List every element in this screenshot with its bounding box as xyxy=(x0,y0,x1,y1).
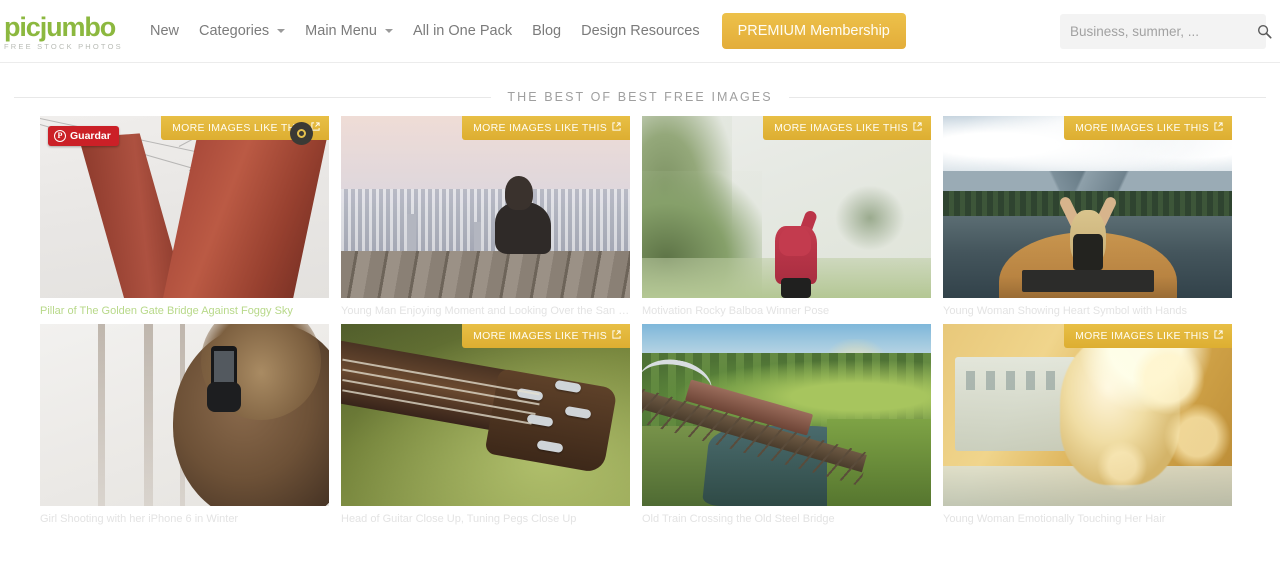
nav-label: New xyxy=(150,23,180,39)
heading-rule-left xyxy=(14,96,492,98)
photo-foggy-winner-pose xyxy=(642,116,931,298)
gallery-card[interactable]: Old Train Crossing the Old Steel Bridge xyxy=(642,324,931,525)
photo-train-steel-bridge xyxy=(642,324,931,506)
ribbon-label: MORE IMAGES LIKE THIS xyxy=(172,122,306,134)
thumbnail[interactable] xyxy=(40,324,329,506)
image-caption[interactable]: Head of Guitar Close Up, Tuning Pegs Clo… xyxy=(341,513,630,525)
nav-label: Design Resources xyxy=(581,23,700,39)
gallery-card[interactable]: MORE IMAGES LIKE THIS Young Woman Showin… xyxy=(943,116,1232,317)
more-images-like-this-ribbon[interactable]: MORE IMAGES LIKE THIS xyxy=(462,324,630,348)
more-images-like-this-ribbon[interactable]: MORE IMAGES LIKE THIS xyxy=(1064,324,1232,348)
photo-guitar-head-tuning-pegs xyxy=(341,324,630,506)
section-heading: THE BEST OF BEST FREE IMAGES xyxy=(0,90,1280,104)
more-images-like-this-ribbon[interactable]: MORE IMAGES LIKE THIS xyxy=(763,116,931,140)
site-header: picjumbo FREE STOCK PHOTOS New Categorie… xyxy=(0,0,1280,63)
external-link-icon xyxy=(1214,330,1223,342)
site-logo[interactable]: picjumbo FREE STOCK PHOTOS xyxy=(4,12,132,51)
thumbnail[interactable]: MORE IMAGES LIKE THIS xyxy=(943,324,1232,506)
external-link-icon xyxy=(1214,122,1223,134)
page-title: THE BEST OF BEST FREE IMAGES xyxy=(507,90,773,104)
image-caption[interactable]: Pillar of The Golden Gate Bridge Against… xyxy=(40,305,329,317)
pinterest-save-button[interactable]: P Guardar xyxy=(48,126,119,146)
nav-label: Categories xyxy=(199,23,270,39)
pinterest-icon: P xyxy=(54,130,66,142)
nav-item-main-menu[interactable]: Main Menu xyxy=(295,17,403,45)
photo-san-francisco-overlook xyxy=(341,116,630,298)
more-images-like-this-ribbon[interactable]: MORE IMAGES LIKE THIS xyxy=(462,116,630,140)
nav-item-all-in-one-pack[interactable]: All in One Pack xyxy=(403,17,522,45)
logo-tagline: FREE STOCK PHOTOS xyxy=(4,41,123,51)
gallery-card[interactable]: MORE IMAGES LIKE THIS Head of Guitar Clo… xyxy=(341,324,630,525)
ribbon-label: MORE IMAGES LIKE THIS xyxy=(1075,330,1209,342)
nav-label: Blog xyxy=(532,23,562,39)
external-link-icon xyxy=(612,122,621,134)
photo-woman-touching-hair-sunset xyxy=(943,324,1232,506)
main-navigation: New Categories Main Menu All in One Pack… xyxy=(140,13,906,49)
nav-item-categories[interactable]: Categories xyxy=(189,17,295,45)
share-widget-icon[interactable] xyxy=(290,122,313,145)
photo-winter-phone-selfie xyxy=(40,324,329,506)
image-gallery-grid: P Guardar MORE IMAGES LIKE THIS Pillar o… xyxy=(0,116,1280,525)
ribbon-label: MORE IMAGES LIKE THIS xyxy=(1075,122,1209,134)
external-link-icon xyxy=(913,122,922,134)
premium-membership-button[interactable]: PREMIUM Membership xyxy=(721,13,906,49)
image-caption[interactable]: Young Woman Emotionally Touching Her Hai… xyxy=(943,513,1232,525)
gallery-card[interactable]: MORE IMAGES LIKE THIS Motivation Rocky B… xyxy=(642,116,931,317)
thumbnail[interactable] xyxy=(642,324,931,506)
thumbnail[interactable]: MORE IMAGES LIKE THIS xyxy=(943,116,1232,298)
thumbnail[interactable]: MORE IMAGES LIKE THIS xyxy=(642,116,931,298)
gallery-card[interactable]: Girl Shooting with her iPhone 6 in Winte… xyxy=(40,324,329,525)
search-icon[interactable] xyxy=(1257,24,1272,39)
gallery-card[interactable]: MORE IMAGES LIKE THIS Young Man Enjoying… xyxy=(341,116,630,317)
photo-canoe-lake-heart xyxy=(943,116,1232,298)
nav-item-design-resources[interactable]: Design Resources xyxy=(571,17,709,45)
nav-item-blog[interactable]: Blog xyxy=(522,17,571,45)
thumbnail[interactable]: P Guardar MORE IMAGES LIKE THIS xyxy=(40,116,329,298)
image-caption[interactable]: Young Man Enjoying Moment and Looking Ov… xyxy=(341,305,630,317)
thumbnail[interactable]: MORE IMAGES LIKE THIS xyxy=(341,116,630,298)
ribbon-label: MORE IMAGES LIKE THIS xyxy=(473,122,607,134)
external-link-icon xyxy=(612,330,621,342)
gallery-card[interactable]: P Guardar MORE IMAGES LIKE THIS Pillar o… xyxy=(40,116,329,317)
chevron-down-icon xyxy=(277,29,286,33)
chevron-down-icon xyxy=(384,29,393,33)
search-box[interactable] xyxy=(1060,14,1272,49)
nav-label: All in One Pack xyxy=(412,23,513,39)
gallery-card[interactable]: MORE IMAGES LIKE THIS Young Woman Emotio… xyxy=(943,324,1232,525)
thumbnail[interactable]: MORE IMAGES LIKE THIS xyxy=(341,324,630,506)
pinterest-label: Guardar xyxy=(70,130,111,142)
heading-rule-right xyxy=(788,96,1267,98)
image-caption[interactable]: Motivation Rocky Balboa Winner Pose xyxy=(642,305,931,317)
image-caption[interactable]: Girl Shooting with her iPhone 6 in Winte… xyxy=(40,513,329,525)
more-images-like-this-ribbon[interactable]: MORE IMAGES LIKE THIS xyxy=(1064,116,1232,140)
image-caption[interactable]: Young Woman Showing Heart Symbol with Ha… xyxy=(943,305,1232,317)
logo-wordmark: picjumbo xyxy=(4,11,116,42)
nav-item-new[interactable]: New xyxy=(140,17,189,45)
search-input[interactable] xyxy=(1060,24,1257,39)
ribbon-label: MORE IMAGES LIKE THIS xyxy=(774,122,908,134)
image-caption[interactable]: Old Train Crossing the Old Steel Bridge xyxy=(642,513,931,525)
nav-label: Main Menu xyxy=(305,23,377,39)
ribbon-label: MORE IMAGES LIKE THIS xyxy=(473,330,607,342)
